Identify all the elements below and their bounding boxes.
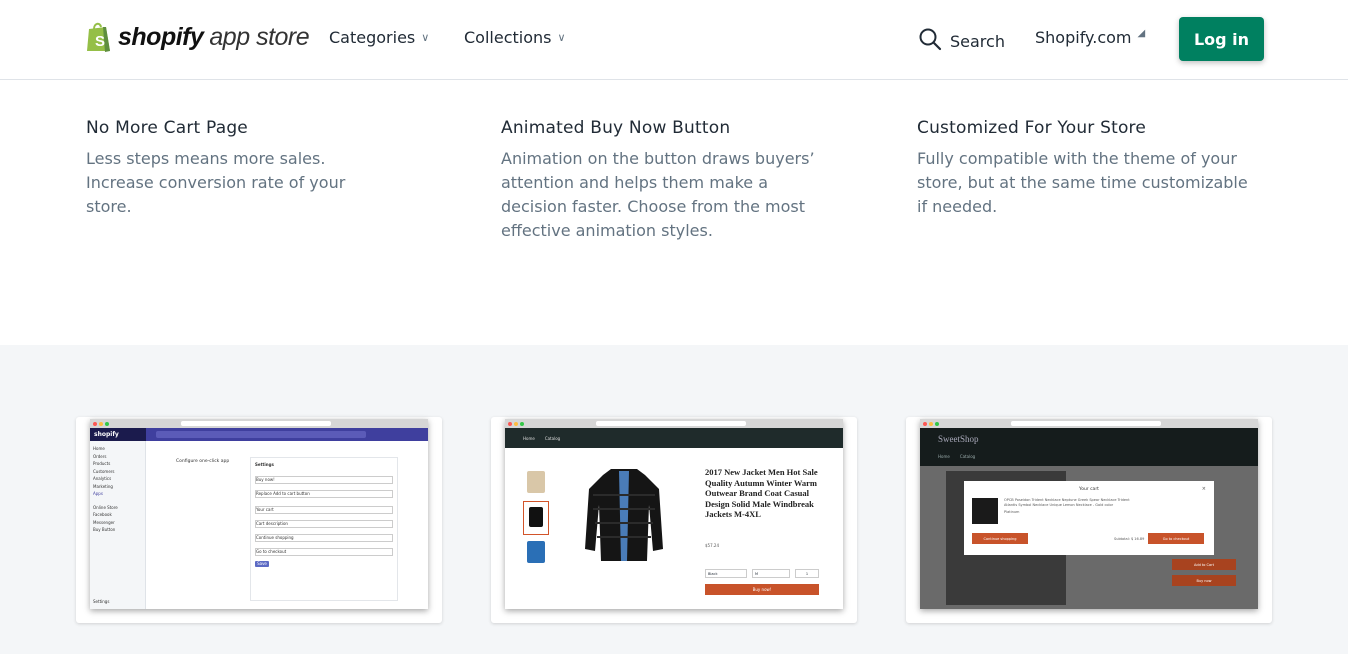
search-label: Search bbox=[950, 31, 1005, 51]
shopify-com-link[interactable]: Shopify.com ◢ bbox=[1035, 28, 1145, 47]
logo-suffix-text: app store bbox=[209, 22, 310, 51]
feature-text: Less steps means more sales. Increase co… bbox=[86, 149, 346, 216]
product-title: 2017 New Jacket Men Hot Sale Quality Aut… bbox=[705, 467, 818, 519]
feature-customized: Customized For Your Store Fully compatib… bbox=[917, 118, 1277, 219]
shopify-bag-icon: S bbox=[86, 21, 112, 53]
login-button[interactable]: Log in bbox=[1179, 17, 1264, 61]
close-icon: × bbox=[1201, 486, 1206, 492]
feature-no-cart-page: No More Cart Page Less steps means more … bbox=[86, 118, 446, 219]
admin-settings-panel: Settings Buy now! Replace Add to cart bu… bbox=[250, 457, 398, 601]
search-icon bbox=[918, 27, 942, 55]
buy-now-button-preview: Buy now! bbox=[705, 584, 819, 595]
nav-categories-label: Categories bbox=[329, 28, 416, 47]
feature-text: Animation on the button draws buyers’ at… bbox=[501, 149, 815, 240]
top-header: S shopify app store Categories ∨ Collect… bbox=[0, 0, 1348, 80]
thumb-2-selected bbox=[523, 501, 549, 535]
thumb-1 bbox=[527, 471, 545, 493]
screenshot-card-admin[interactable]: shopify Home Orders Products Customers A… bbox=[76, 417, 442, 623]
browser-bar bbox=[505, 419, 843, 428]
product-screenshot: Home Catalog 2017 New Jacket Men Hot Sale… bbox=[505, 419, 843, 609]
browser-bar bbox=[920, 419, 1258, 428]
search-button[interactable]: Search bbox=[918, 27, 1005, 55]
feature-title: Customized For Your Store bbox=[917, 118, 1147, 138]
cart-modal: Your cart × OPCB Poseidon Trident Neckla… bbox=[964, 481, 1214, 555]
nav-collections-label: Collections bbox=[464, 28, 552, 47]
shopify-com-label: Shopify.com bbox=[1035, 28, 1132, 47]
chevron-down-icon: ∨ bbox=[557, 31, 566, 44]
store-nav: Home Catalog bbox=[505, 428, 843, 448]
feature-title: Animated Buy Now Button bbox=[501, 118, 731, 138]
admin-heading: Configure one-click app bbox=[176, 459, 230, 464]
svg-text:S: S bbox=[95, 33, 105, 50]
nav-collections[interactable]: Collections ∨ bbox=[464, 28, 566, 47]
external-link-icon: ◢ bbox=[1137, 28, 1146, 39]
feature-title: No More Cart Page bbox=[86, 118, 248, 138]
feature-text: Fully compatible with the theme of your … bbox=[917, 149, 1248, 216]
nav-categories[interactable]: Categories ∨ bbox=[329, 28, 429, 47]
cart-screenshot: SweetShop Home Catalog Add to Cart Buy no… bbox=[920, 419, 1258, 609]
store-header: SweetShop Home Catalog bbox=[920, 428, 1258, 466]
screenshot-card-product[interactable]: Home Catalog 2017 New Jacket Men Hot Sale… bbox=[491, 417, 857, 623]
screenshot-gallery: shopify Home Orders Products Customers A… bbox=[0, 345, 1348, 654]
browser-bar bbox=[90, 419, 428, 428]
admin-screenshot: shopify Home Orders Products Customers A… bbox=[90, 419, 428, 609]
shopify-app-store-logo[interactable]: S shopify app store bbox=[86, 20, 310, 54]
admin-sidebar: Home Orders Products Customers Analytics… bbox=[90, 441, 146, 609]
jacket-image bbox=[585, 469, 663, 561]
admin-topbar: shopify bbox=[90, 428, 428, 441]
chevron-down-icon: ∨ bbox=[421, 31, 430, 44]
logo-brand-text: shopify bbox=[118, 22, 204, 51]
screenshot-card-cart[interactable]: SweetShop Home Catalog Add to Cart Buy no… bbox=[906, 417, 1272, 623]
feature-animated-buy-now: Animated Buy Now Button Animation on the… bbox=[501, 118, 861, 243]
thumb-3 bbox=[527, 541, 545, 563]
product-price: $57.24 bbox=[705, 543, 719, 548]
